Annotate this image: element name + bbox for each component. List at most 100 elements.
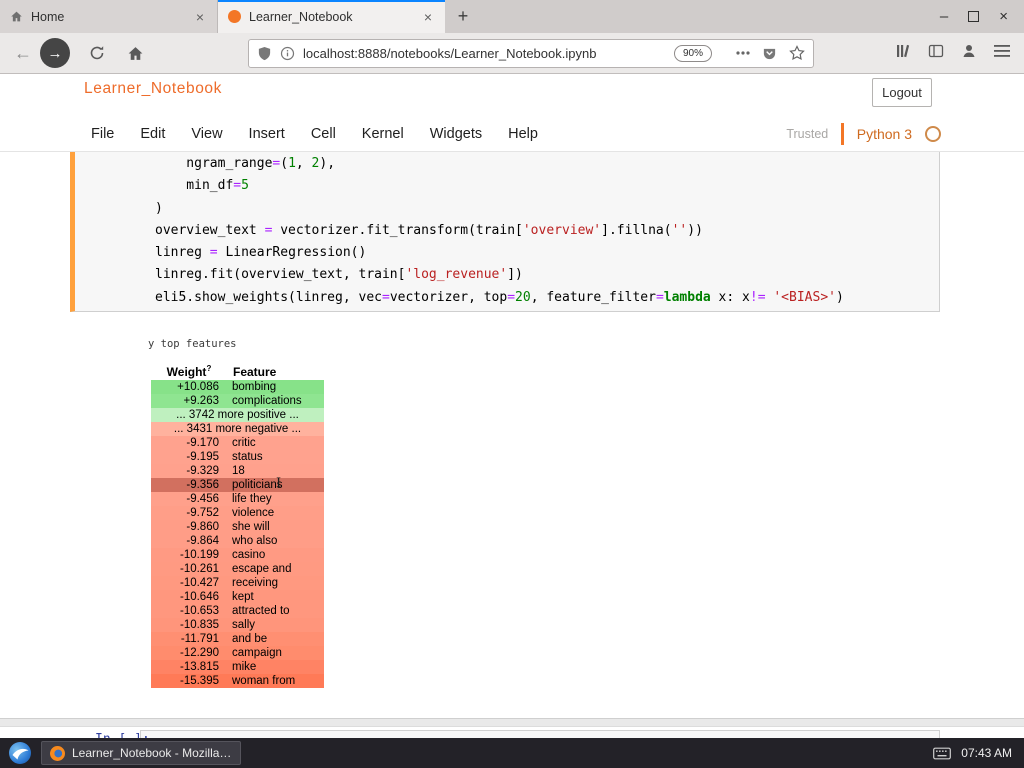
kernel-idle-icon — [925, 126, 941, 142]
reload-button[interactable] — [84, 39, 110, 67]
bookmark-star-icon[interactable] — [789, 45, 805, 61]
weight-row: -10.261 escape and — [151, 562, 324, 576]
code-cell[interactable]: ngram_range=(1, 2), min_df=5) overview_te… — [70, 152, 940, 312]
home-icon — [128, 46, 142, 60]
kernel-separator — [841, 123, 844, 145]
keyboard-input-icon[interactable] — [933, 747, 952, 760]
weight-row: -15.395 woman from — [151, 674, 324, 688]
page-content: Learner_Notebook Logout File Edit View Inse… — [0, 74, 1024, 738]
weight-row: +10.086 bombing — [151, 380, 324, 394]
logout-button[interactable]: Logout — [872, 78, 932, 107]
weight-row: -13.815 mike — [151, 660, 324, 674]
weight-row: -9.860 she will — [151, 520, 324, 534]
taskbar-tray: 07:43 AM — [933, 746, 1016, 760]
weights-more-row: ... 3742 more positive ... — [151, 408, 324, 422]
toolbar-right-icons — [895, 43, 1016, 64]
page-favicon-icon — [11, 11, 22, 22]
menu-help[interactable]: Help — [495, 126, 551, 142]
text-cursor: I — [276, 476, 282, 491]
weights-table: Weight? Feature +10.086 bombing +9.263 comp… — [151, 363, 324, 688]
code-line: linreg.fit(overview_text, train['log_rev… — [155, 267, 523, 283]
taskbar-window-label: Learner_Notebook - Mozilla ... — [72, 746, 232, 760]
weights-header-row: Weight? Feature — [151, 363, 324, 380]
site-info-icon[interactable] — [280, 46, 295, 61]
weight-row: -9.329 18 — [151, 464, 324, 478]
menu-cell[interactable]: Cell — [298, 126, 349, 142]
weight-row: -9.170 critic — [151, 436, 324, 450]
weights-more-row: ... 3431 more negative ... — [151, 422, 324, 436]
menu-file[interactable]: File — [78, 126, 127, 142]
weights-table-body: +10.086 bombing +9.263 complications... 374… — [151, 380, 324, 688]
clock: 07:43 AM — [961, 746, 1012, 760]
menu-widgets[interactable]: Widgets — [417, 126, 495, 142]
kernel-name: Python 3 — [856, 126, 912, 142]
kernel-status-area: Trusted Python 3 — [786, 118, 941, 150]
tracking-shield-icon[interactable] — [257, 46, 272, 61]
notebook-menubar: File Edit View Insert Cell Kernel Widgets Help — [78, 118, 551, 150]
code-line: ngram_range=(1, 2), — [155, 156, 336, 171]
weight-row: -9.195 status — [151, 450, 324, 464]
sidebar-icon[interactable] — [928, 43, 944, 64]
menu-kernel[interactable]: Kernel — [349, 126, 417, 142]
window-controls: – × — [924, 0, 1024, 33]
weight-row: -10.653 attracted to — [151, 604, 324, 618]
weight-row: -10.427 receiving — [151, 576, 324, 590]
code-line: eli5.show_weights(linreg, vec=vectorizer… — [155, 289, 844, 305]
menu-view[interactable]: View — [178, 126, 235, 142]
reload-icon — [90, 46, 104, 60]
code-line: ) — [155, 200, 163, 216]
new-tab-button[interactable]: + — [445, 0, 481, 33]
window-minimize-button[interactable]: – — [940, 9, 948, 24]
weight-column-header: Weight? — [166, 364, 212, 379]
code-lines: ngram_range=(1, 2), min_df=5) overview_te… — [155, 153, 935, 309]
tab-close-icon[interactable]: × — [421, 9, 435, 25]
weight-row: +9.263 complications — [151, 394, 324, 408]
browser-tab-bar: Home × Learner_Notebook × + – × — [0, 0, 1024, 33]
notebook-title[interactable]: Learner_Notebook — [84, 80, 222, 98]
weight-row: -10.646 kept — [151, 590, 324, 604]
zoom-level-button[interactable]: 90% — [673, 44, 712, 62]
tab-learner-notebook[interactable]: Learner_Notebook × — [218, 0, 445, 33]
code-line: min_df=5 — [155, 178, 249, 194]
firefox-icon — [50, 745, 65, 761]
weight-row: -9.456 life they — [151, 492, 324, 506]
tab-close-icon[interactable]: × — [193, 9, 207, 25]
pocket-icon[interactable] — [762, 46, 777, 61]
account-icon[interactable] — [961, 43, 977, 64]
weight-row: -9.864 who also — [151, 534, 324, 548]
weight-row: -9.752 violence — [151, 506, 324, 520]
home-button[interactable] — [122, 39, 148, 67]
screen: Home × Learner_Notebook × + – × ← → loca… — [0, 0, 1024, 768]
forward-button[interactable]: → — [40, 38, 70, 68]
menu-edit[interactable]: Edit — [127, 126, 178, 142]
code-line: overview_text = vectorizer.fit_transform… — [155, 222, 703, 238]
output-caption: y top features — [148, 338, 237, 350]
taskbar-window-button[interactable]: Learner_Notebook - Mozilla ... — [41, 741, 241, 765]
start-menu-icon[interactable] — [8, 741, 32, 765]
cell-divider-strip — [0, 718, 1024, 727]
url-text[interactable]: localhost:8888/notebooks/Learner_Noteboo… — [303, 46, 674, 61]
tab-title: Home — [31, 9, 65, 24]
weight-row: -9.356 politicians — [151, 478, 324, 492]
jupyter-favicon-icon — [228, 10, 241, 23]
taskbar: Learner_Notebook - Mozilla ... 07:43 AM — [0, 738, 1024, 768]
menu-hamburger-icon[interactable] — [994, 44, 1010, 62]
code-line: linreg = LinearRegression() — [155, 245, 367, 261]
browser-toolbar: ← → localhost:8888/notebooks/Learner_Not… — [0, 33, 1024, 74]
url-bar[interactable]: localhost:8888/notebooks/Learner_Noteboo… — [248, 38, 814, 68]
tab-title: Learner_Notebook — [249, 9, 353, 24]
tab-home[interactable]: Home × — [0, 0, 218, 33]
window-maximize-button[interactable] — [968, 11, 980, 22]
weight-row: -11.791 and be — [151, 632, 324, 646]
window-close-button[interactable]: × — [999, 9, 1008, 24]
trusted-badge: Trusted — [786, 127, 829, 141]
page-actions-icon[interactable] — [736, 51, 750, 55]
weight-row: -10.835 sally — [151, 618, 324, 632]
weight-row: -10.199 casino — [151, 548, 324, 562]
back-button[interactable]: ← — [10, 39, 36, 67]
empty-code-cell[interactable] — [140, 730, 940, 738]
feature-column-header: Feature — [233, 364, 277, 379]
menu-insert[interactable]: Insert — [236, 126, 298, 142]
weight-row: -12.290 campaign — [151, 646, 324, 660]
library-icon[interactable] — [895, 43, 911, 64]
